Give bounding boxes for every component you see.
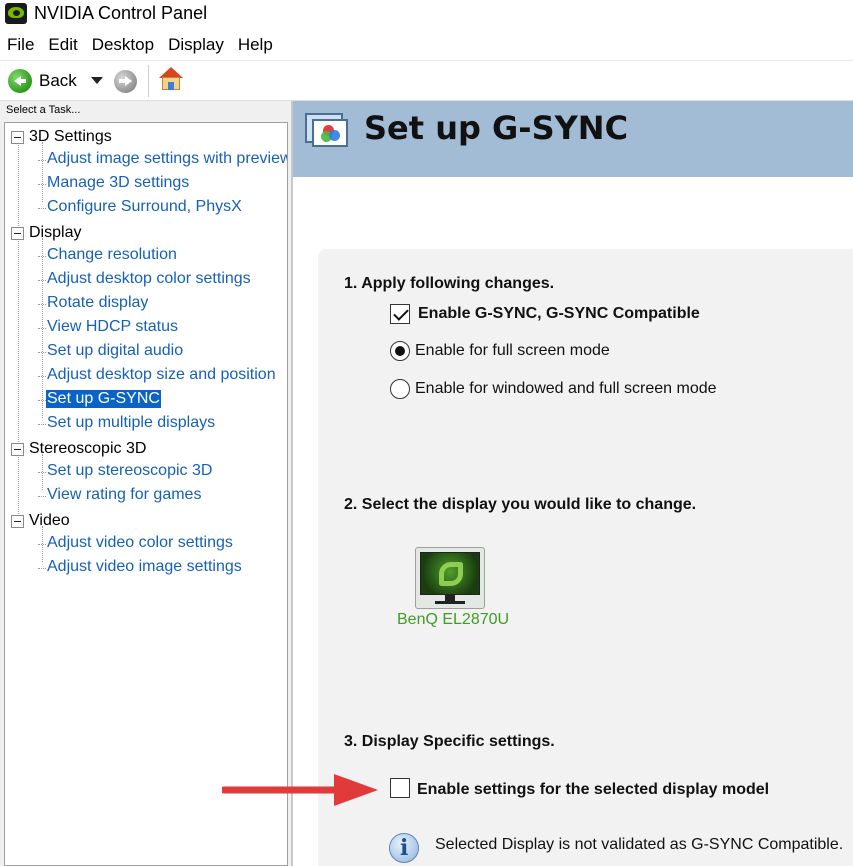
task-link[interactable]: Adjust video image settings bbox=[46, 558, 243, 576]
task-link[interactable]: Set up multiple displays bbox=[46, 414, 216, 432]
category-label: Stereoscopic 3D bbox=[29, 440, 147, 457]
radio-full-screen[interactable] bbox=[390, 341, 410, 361]
display-name[interactable]: BenQ EL2870U bbox=[397, 611, 509, 629]
tree-category-stereoscopic-3d[interactable]: Stereoscopic 3D bbox=[5, 438, 287, 462]
enable-gsync-label[interactable]: Enable G-SYNC, G-SYNC Compatible bbox=[418, 305, 700, 323]
category-label: Video bbox=[29, 512, 70, 529]
radio-windowed-full-screen[interactable] bbox=[390, 379, 410, 399]
tree-item-set-up-multiple-displays[interactable]: Set up multiple displays bbox=[5, 412, 287, 436]
category-label: Display bbox=[29, 224, 82, 241]
task-tree: 3D Settings Adjust image settings with p… bbox=[4, 122, 288, 866]
radio-full-screen-label[interactable]: Enable for full screen mode bbox=[415, 342, 610, 360]
monitor-icon[interactable] bbox=[415, 547, 485, 609]
tree-item-set-up-stereoscopic-3d[interactable]: Set up stereoscopic 3D bbox=[5, 460, 287, 484]
collapse-icon[interactable] bbox=[11, 443, 24, 456]
tree-item-adjust-image-settings[interactable]: Adjust image settings with preview bbox=[5, 148, 287, 172]
tree-item-set-up-g-sync[interactable]: Set up G-SYNC bbox=[5, 388, 287, 412]
task-pane-header: Select a Task... bbox=[6, 104, 81, 116]
title-bar: NVIDIA Control Panel bbox=[0, 0, 853, 28]
back-arrow-icon bbox=[8, 69, 32, 93]
section-2-heading: 2. Select the display you would like to … bbox=[344, 496, 697, 513]
task-link[interactable]: Set up stereoscopic 3D bbox=[46, 462, 213, 480]
task-link[interactable]: Configure Surround, PhysX bbox=[46, 198, 243, 216]
tree-category-3d-settings[interactable]: 3D Settings bbox=[5, 126, 287, 150]
category-label: 3D Settings bbox=[29, 128, 112, 145]
task-link[interactable]: View HDCP status bbox=[46, 318, 179, 336]
tree-item-adjust-video-color[interactable]: Adjust video color settings bbox=[5, 532, 287, 556]
task-link[interactable]: Adjust desktop color settings bbox=[46, 270, 252, 288]
task-link[interactable]: Adjust video color settings bbox=[46, 534, 234, 552]
toolbar: Back bbox=[0, 61, 853, 101]
tree-item-configure-surround[interactable]: Configure Surround, PhysX bbox=[5, 196, 287, 220]
menu-help[interactable]: Help bbox=[231, 32, 280, 58]
tree-item-view-rating-for-games[interactable]: View rating for games bbox=[5, 484, 287, 508]
enable-gsync-checkbox[interactable] bbox=[390, 304, 410, 324]
task-link-selected[interactable]: Set up G-SYNC bbox=[46, 390, 161, 408]
toolbar-separator bbox=[148, 65, 149, 97]
tree-category-video[interactable]: Video bbox=[5, 510, 287, 534]
tree-item-set-up-digital-audio[interactable]: Set up digital audio bbox=[5, 340, 287, 364]
menu-display[interactable]: Display bbox=[161, 32, 231, 58]
collapse-icon[interactable] bbox=[11, 515, 24, 528]
collapse-icon[interactable] bbox=[11, 227, 24, 240]
tree-item-adjust-desktop-color[interactable]: Adjust desktop color settings bbox=[5, 268, 287, 292]
collapse-icon[interactable] bbox=[11, 131, 24, 144]
tree-category-display[interactable]: Display bbox=[5, 222, 287, 246]
enable-display-settings-label[interactable]: Enable settings for the selected display… bbox=[417, 781, 769, 799]
tree-item-view-hdcp-status[interactable]: View HDCP status bbox=[5, 316, 287, 340]
page-title: Set up G-SYNC bbox=[364, 109, 629, 147]
task-link[interactable]: Set up digital audio bbox=[46, 342, 184, 360]
task-link[interactable]: Change resolution bbox=[46, 246, 178, 264]
task-pane: Select a Task... 3D Settings Adjust imag… bbox=[0, 101, 291, 866]
nvidia-logo-icon bbox=[5, 3, 27, 24]
home-icon[interactable] bbox=[158, 67, 184, 93]
menu-edit[interactable]: Edit bbox=[41, 32, 84, 58]
tree-item-adjust-video-image[interactable]: Adjust video image settings bbox=[5, 556, 287, 580]
enable-display-settings-checkbox[interactable] bbox=[390, 778, 410, 798]
tree-item-change-resolution[interactable]: Change resolution bbox=[5, 244, 287, 268]
info-icon bbox=[389, 833, 419, 863]
menu-desktop[interactable]: Desktop bbox=[85, 32, 161, 58]
tree-item-adjust-desktop-size[interactable]: Adjust desktop size and position bbox=[5, 364, 287, 388]
settings-panel: 1. Apply following changes. Enable G-SYN… bbox=[318, 249, 853, 866]
info-message: Selected Display is not validated as G-S… bbox=[435, 836, 844, 853]
task-link[interactable]: Adjust desktop size and position bbox=[46, 366, 277, 384]
task-link[interactable]: Manage 3D settings bbox=[46, 174, 190, 192]
annotation-arrow-icon bbox=[222, 774, 378, 806]
window-title: NVIDIA Control Panel bbox=[34, 3, 208, 23]
back-label: Back bbox=[39, 71, 77, 90]
task-link[interactable]: Rotate display bbox=[46, 294, 149, 312]
tree-item-rotate-display[interactable]: Rotate display bbox=[5, 292, 287, 316]
history-dropdown-icon[interactable] bbox=[91, 77, 103, 84]
content-area: Set up G-SYNC 1. Apply following changes… bbox=[293, 101, 853, 866]
task-link[interactable]: Adjust image settings with preview bbox=[46, 150, 287, 168]
menu-bar: File Edit Desktop Display Help bbox=[0, 32, 853, 58]
tree-item-manage-3d-settings[interactable]: Manage 3D settings bbox=[5, 172, 287, 196]
display-settings-icon bbox=[305, 111, 351, 151]
forward-arrow-icon[interactable] bbox=[114, 70, 137, 93]
task-link[interactable]: View rating for games bbox=[46, 486, 202, 504]
section-3-heading: 3. Display Specific settings. bbox=[344, 733, 555, 750]
section-1-heading: 1. Apply following changes. bbox=[344, 275, 555, 292]
menu-file[interactable]: File bbox=[0, 32, 41, 58]
back-button[interactable]: Back bbox=[8, 68, 77, 94]
page-header: Set up G-SYNC bbox=[293, 101, 853, 177]
radio-windowed-label[interactable]: Enable for windowed and full screen mode bbox=[415, 380, 717, 398]
